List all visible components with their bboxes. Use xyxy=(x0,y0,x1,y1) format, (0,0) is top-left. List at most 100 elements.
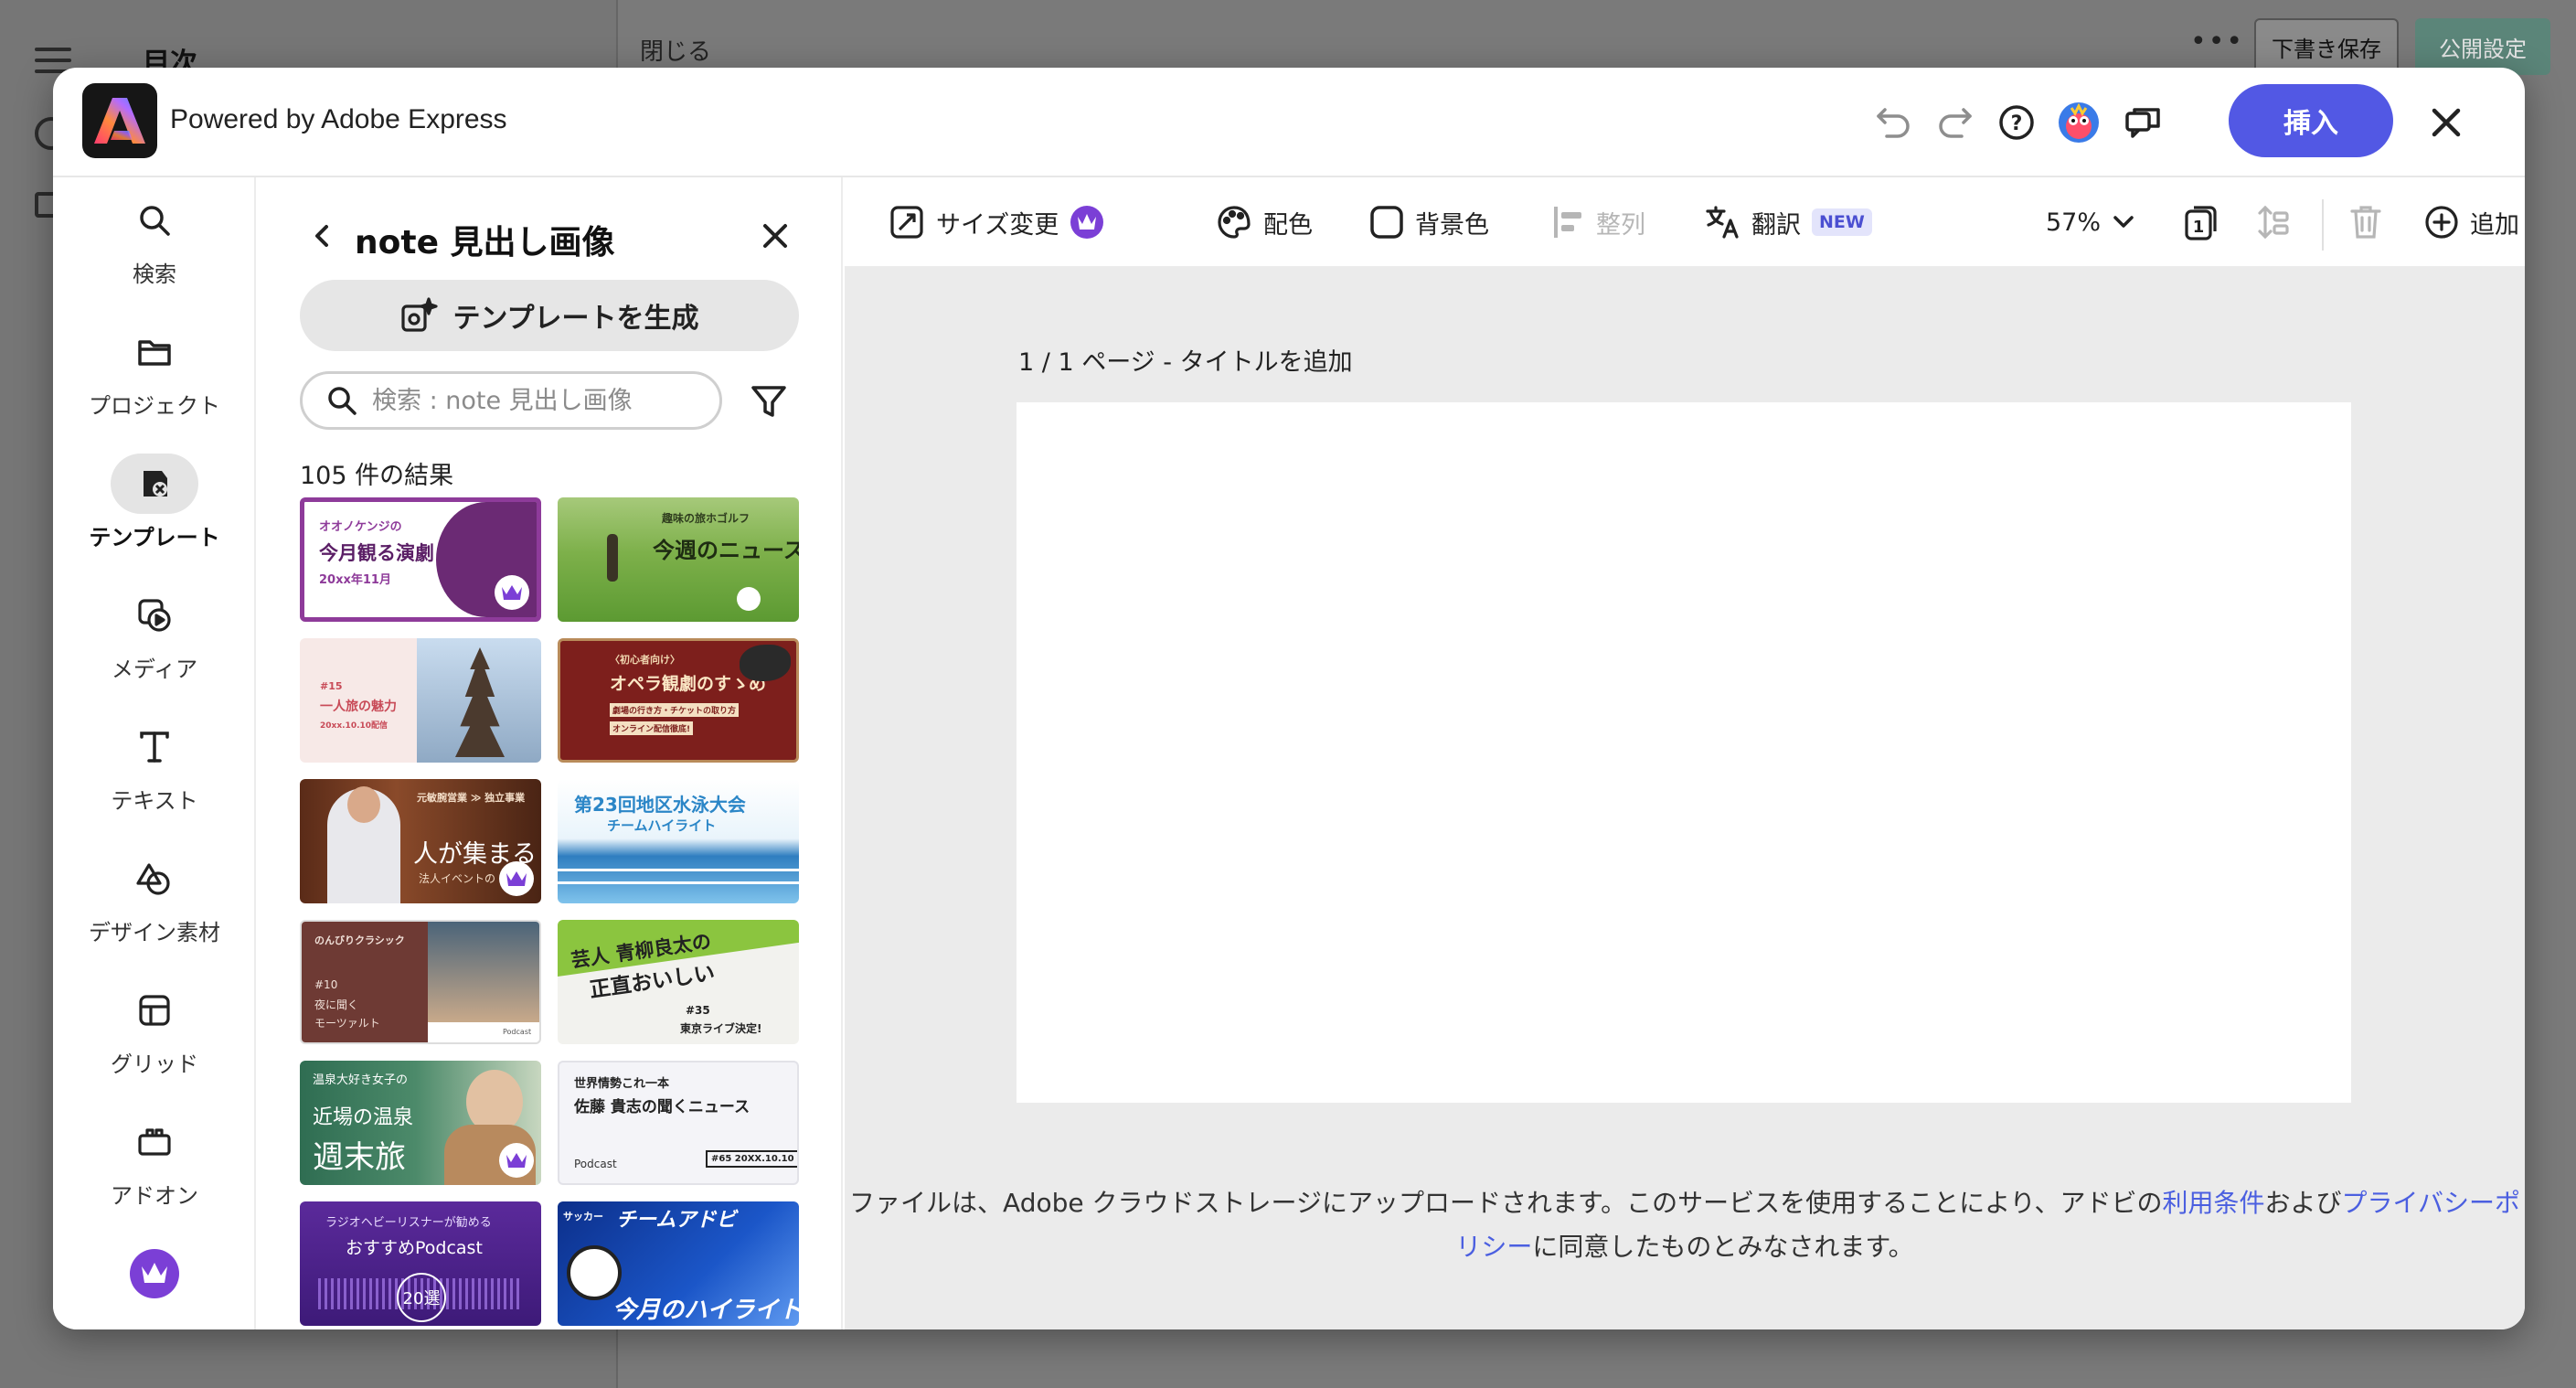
undo-icon[interactable] xyxy=(1872,101,1916,144)
rail-item-media[interactable]: メディア xyxy=(53,585,256,704)
color-scheme-button[interactable]: 配色 xyxy=(1216,198,1313,247)
template-tile[interactable]: #15 一人旅の魅力 20xx.10.10配信 xyxy=(300,638,541,763)
results-count: 105 件の結果 xyxy=(300,462,454,490)
tile-text: 元敏腕営業 ≫ 独立事業 xyxy=(417,792,526,804)
tile-text: 温泉大好き女子の xyxy=(313,1073,409,1087)
rail-item-templates[interactable]: テンプレート xyxy=(53,454,256,572)
align-button[interactable]: 整列 xyxy=(1552,198,1645,247)
page-count-icon[interactable]: 1 xyxy=(2183,198,2218,247)
premium-crown-icon xyxy=(111,1244,198,1304)
rail-label: テンプレート xyxy=(89,525,220,550)
template-tile[interactable]: ラジオヘビーリスナーが勧める おすすめPodcast 20選 xyxy=(300,1201,541,1326)
rail-label: メディア xyxy=(111,657,198,682)
translate-button[interactable]: 翻訳 NEW xyxy=(1704,198,1872,247)
tile-text: おすすめPodcast xyxy=(346,1238,483,1258)
rail-item-premium[interactable] xyxy=(53,1244,256,1329)
modal-header: Powered by Adobe Express ? 挿入 xyxy=(53,68,2525,177)
search-icon xyxy=(111,190,198,251)
tile-text: サッカー xyxy=(563,1211,603,1223)
rail-label: プロジェクト xyxy=(89,393,220,419)
tile-text: #65 20XX.10.10 xyxy=(706,1150,797,1168)
comments-icon[interactable] xyxy=(2121,101,2165,144)
align-label: 整列 xyxy=(1596,210,1645,240)
template-icon xyxy=(111,454,198,514)
tile-text: Podcast xyxy=(503,1028,532,1036)
legal-text-after: に同意したものとみなされます。 xyxy=(1532,1232,1914,1262)
panel-close-icon[interactable] xyxy=(757,218,793,254)
delete-icon[interactable] xyxy=(2349,198,2382,247)
template-tile[interactable]: 趣味の旅ホゴルフ 今週のニュース xyxy=(558,497,799,622)
page-title-label[interactable]: 1 / 1 ページ - タイトルを追加 xyxy=(1018,342,1353,378)
premium-crown-icon xyxy=(499,1143,534,1178)
rail-item-design-assets[interactable]: デザイン素材 xyxy=(53,849,256,967)
panel-title: note 見出し画像 xyxy=(355,224,615,262)
align-icon xyxy=(1554,207,1581,238)
background-close-link: 閉じる xyxy=(640,38,712,66)
addon-icon xyxy=(111,1112,198,1172)
tile-text: ラジオヘビーリスナーが勧める xyxy=(325,1216,492,1230)
close-icon[interactable] xyxy=(2424,101,2468,144)
terms-link[interactable]: 利用条件 xyxy=(2162,1188,2264,1218)
canvas-area: 1 / 1 ページ - タイトルを追加 ファイルは、Adobe クラウドストレー… xyxy=(845,267,2525,1329)
tile-text: 今月観る演劇 xyxy=(319,542,434,564)
grid-icon xyxy=(111,980,198,1041)
tile-text: オンライン配信徹底! xyxy=(610,721,694,735)
template-tile[interactable]: サッカー チームアドビ 今月のハイライト xyxy=(558,1201,799,1326)
tile-text: 第23回地区水泳大会 xyxy=(574,794,746,816)
background-color-icon xyxy=(1370,206,1403,239)
generate-template-button[interactable]: テンプレートを生成 xyxy=(300,280,799,351)
editor-toolbar: サイズ変更 配色 背景色 整列 翻訳 NEW 57% 1 追加 xyxy=(845,177,2525,267)
help-icon[interactable]: ? xyxy=(1995,101,2038,144)
tile-text: モーツァルト xyxy=(314,1017,380,1030)
rail-item-grid[interactable]: グリッド xyxy=(53,980,256,1099)
template-tile[interactable]: 世界情勢これ一本 佐藤 貴志の聞くニュース Podcast #65 20XX.1… xyxy=(558,1061,799,1185)
rail-item-projects[interactable]: プロジェクト xyxy=(53,322,256,441)
left-rail: 検索 プロジェクト テンプレート メディア テキスト デザイン素材 グリッド ア… xyxy=(53,177,256,1329)
rail-label: アドオン xyxy=(111,1183,198,1209)
shapes-icon xyxy=(111,849,198,909)
zoom-dropdown[interactable]: 57% xyxy=(2046,198,2135,247)
tile-text: のんびりクラシック xyxy=(314,934,405,946)
template-tile[interactable]: オオノケンジの 今月観る演劇 20xx年11月 xyxy=(300,497,541,622)
template-tile[interactable]: 芸人 青柳良太の 正直おいしい #35 東京ライブ決定! xyxy=(558,920,799,1044)
insert-button[interactable]: 挿入 xyxy=(2229,84,2393,157)
premium-crown-icon xyxy=(1070,206,1104,239)
reorder-icon[interactable] xyxy=(2256,198,2291,247)
tile-text: 20xx.10.10配信 xyxy=(320,721,389,731)
tile-text: 世界情勢これ一本 xyxy=(574,1077,670,1091)
template-tile[interactable]: のんびりクラシック #10 夜に聞く モーツァルト Podcast xyxy=(300,920,541,1044)
text-icon xyxy=(111,717,198,777)
resize-button[interactable]: サイズ変更 xyxy=(889,198,1104,247)
tile-text: 劇場の行き方・チケットの取り方 xyxy=(610,703,740,717)
template-tile[interactable]: 温泉大好き女子の 近場の温泉 週末旅 xyxy=(300,1061,541,1185)
translate-icon xyxy=(1706,206,1739,239)
legal-notice: ファイルは、Adobe クラウドストレージにアップロードされます。このサービスを… xyxy=(845,1181,2525,1269)
rail-item-addons[interactable]: アドオン xyxy=(53,1112,256,1231)
template-tile[interactable]: 〈初心者向け〉 オペラ観劇のすゝめ 劇場の行き方・チケットの取り方 オンライン配… xyxy=(558,638,799,763)
folder-icon xyxy=(111,322,198,382)
tile-text: 今週のニュース xyxy=(653,538,799,563)
tile-text: オオノケンジの xyxy=(319,520,402,534)
tile-text: 法人イベントの xyxy=(419,872,496,885)
tile-text: 今月のハイライト xyxy=(612,1297,799,1324)
publish-settings-button: 公開設定 xyxy=(2415,18,2550,75)
translate-label: 翻訳 xyxy=(1751,210,1801,240)
user-avatar[interactable] xyxy=(2057,101,2101,144)
rail-item-search[interactable]: 検索 xyxy=(53,190,256,309)
filter-icon[interactable] xyxy=(748,380,790,422)
rail-label: グリッド xyxy=(111,1052,198,1077)
template-panel: note 見出し画像 テンプレートを生成 105 件の結果 オオノケンジの 今月… xyxy=(258,177,843,1329)
template-tile[interactable]: 元敏腕営業 ≫ 独立事業 人が集まる 法人イベントの xyxy=(300,779,541,903)
redo-icon[interactable] xyxy=(1932,101,1976,144)
template-tile[interactable]: 第23回地区水泳大会 チームハイライト xyxy=(558,779,799,903)
template-search[interactable] xyxy=(300,371,722,430)
add-circle-icon xyxy=(2425,206,2458,239)
design-page[interactable] xyxy=(1017,402,2351,1103)
premium-crown-icon xyxy=(499,861,534,896)
add-page-button[interactable]: 追加 xyxy=(2424,198,2519,247)
rail-item-text[interactable]: テキスト xyxy=(53,717,256,836)
template-search-input[interactable] xyxy=(372,386,701,415)
background-color-button[interactable]: 背景色 xyxy=(1369,198,1489,247)
back-chevron-icon[interactable] xyxy=(305,219,338,252)
save-draft-button: 下書き保存 xyxy=(2254,18,2399,75)
